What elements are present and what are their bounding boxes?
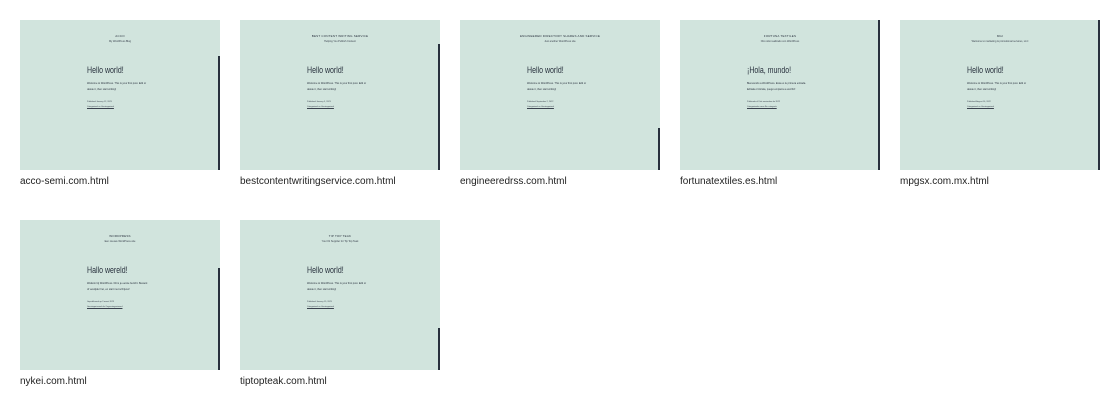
thumb-meta-category: Gecategoriseerd als Ongecategoriseerd [87,306,123,308]
thumb-tagline: Een nieuwe WordPress-site [104,240,136,243]
thumb-post-body: Welkom bij WordPress. Dit is je eerste b… [87,282,148,291]
scrollbar-edge [218,56,220,170]
thumb-post-body: Welcome to WordPress. This is your first… [307,282,367,291]
scrollbar-edge [438,44,440,170]
file-name-label[interactable]: engineeredrss.com.html [460,176,567,187]
file-tile[interactable]: ENGINEERED DIRECTORY SHARES AND SERVICE … [460,20,660,195]
file-tile[interactable]: WORDPRESS Een nieuwe WordPress-site Hall… [20,220,220,395]
thumb-post-meta: Published September 2, 2022 Categorized … [527,100,554,110]
thumb-site-title: TIP TOP TEAK [328,234,352,238]
thumb-site-title: MGI [996,34,1004,38]
thumb-tagline: Otro sitio realizado con WordPress [760,40,800,43]
file-name-label[interactable]: nykei.com.html [20,376,87,387]
page-thumbnail[interactable]: FORTUNA TEXTILES Otro sitio realizado co… [680,20,880,170]
thumb-tagline: Helping You Publish Content [324,40,356,43]
thumb-post-body: Welcome to WordPress. This is your first… [527,82,587,91]
thumb-post-heading: Hallo wereld! [87,265,128,275]
page-thumbnail[interactable]: ACCO My WordPress Blog Hello world! Welc… [20,20,220,170]
file-name-label[interactable]: tiptopteak.com.html [240,376,327,387]
file-name-label[interactable]: acco-semi.com.html [20,176,109,187]
thumb-meta-category: Categorized as Uncategorized [307,306,334,308]
thumb-post-meta: Published January 19, 2023 Categorized a… [307,300,334,310]
thumb-post-heading: Hello world! [87,65,124,75]
thumb-tagline: Welcome to marketing & promotional servi… [971,40,1029,43]
thumb-meta-category: Categorized as Uncategorized [87,106,114,108]
thumb-post-body: Bienvenido a WordPress. Esta es tu prime… [747,82,807,91]
thumb-post-meta: Published January 5, 2023 Categorized as… [307,100,334,110]
scrollbar-edge [218,268,220,370]
thumb-tagline: Just another WordPress site [544,40,576,43]
file-tile[interactable]: MGI Welcome to marketing & promotional s… [900,20,1100,195]
thumb-post-body: Welcome to WordPress. This is your first… [87,82,147,91]
thumb-post-heading: Hello world! [307,265,344,275]
scrollbar-edge [658,128,660,170]
file-name-label[interactable]: bestcontentwritingservice.com.html [240,176,396,187]
page-thumbnail[interactable]: ENGINEERED DIRECTORY SHARES AND SERVICE … [460,20,660,170]
thumb-post-meta: Published January 12, 2023 Categorized a… [87,100,114,110]
thumb-post-heading: ¡Hola, mundo! [747,65,792,75]
page-thumbnail[interactable]: BEST CONTENT WRITING SERVICE Helping You… [240,20,440,170]
thumb-meta-category: Categorized as Uncategorized [307,106,334,108]
thumb-post-body: Welcome to WordPress. This is your first… [307,82,367,91]
thumb-post-meta: Published August 16, 2022 Categorized as… [967,100,994,110]
thumb-post-heading: Hello world! [967,65,1004,75]
thumb-post-heading: Hello world! [527,65,564,75]
page-thumbnail[interactable]: WORDPRESS Een nieuwe WordPress-site Hall… [20,220,220,370]
thumb-post-heading: Hello world! [307,65,344,75]
thumb-site-title: ACCO [115,34,125,38]
thumb-meta-category: Categorizado como Sin categoría [747,106,777,108]
thumb-site-title: WORDPRESS [109,234,131,238]
thumb-post-meta: Publicada el 8 de noviembre de 2022 Cate… [747,100,780,110]
file-tile[interactable]: TIP TOP TEAK Your #1 Supplier for Tip To… [240,220,440,395]
thumb-post-body: Welcome to WordPress. This is your first… [967,82,1027,91]
file-tile[interactable]: BEST CONTENT WRITING SERVICE Helping You… [240,20,440,195]
page-thumbnail[interactable]: TIP TOP TEAK Your #1 Supplier for Tip To… [240,220,440,370]
file-gallery: ACCO My WordPress Blog Hello world! Welc… [0,0,1120,420]
page-thumbnail[interactable]: MGI Welcome to marketing & promotional s… [900,20,1100,170]
thumb-tagline: Your #1 Supplier for Tip Top Teak [321,240,359,243]
thumb-site-title: FORTUNA TEXTILES [763,34,797,38]
file-tile[interactable]: ACCO My WordPress Blog Hello world! Welc… [20,20,220,195]
file-tile[interactable]: FORTUNA TEXTILES Otro sitio realizado co… [680,20,880,195]
thumb-site-title: ENGINEERED DIRECTORY SHARES AND SERVICE [519,34,601,38]
file-name-label[interactable]: fortunatextiles.es.html [680,176,777,187]
thumb-meta-category: Categorized as Uncategorized [527,106,554,108]
thumb-meta-category: Categorized as Uncategorized [967,106,994,108]
thumb-post-meta: Gepubliceerd op 3 maart 2023 Gecategoris… [87,300,122,310]
thumb-tagline: My WordPress Blog [108,40,132,43]
scrollbar-edge [438,328,440,370]
thumb-site-title: BEST CONTENT WRITING SERVICE [311,34,369,38]
file-name-label[interactable]: mpgsx.com.mx.html [900,176,989,187]
